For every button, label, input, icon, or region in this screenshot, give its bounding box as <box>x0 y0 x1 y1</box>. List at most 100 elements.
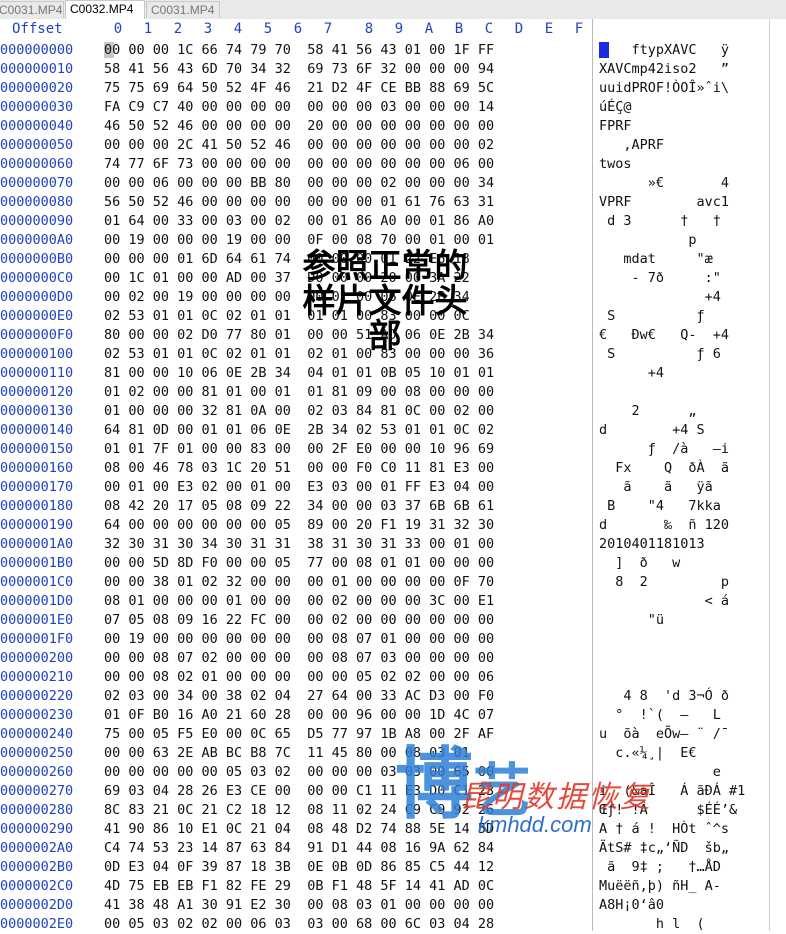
row-hex-bytes[interactable]: 01 02 00 00 81 01 00 01 01 81 09 00 08 0… <box>104 383 494 402</box>
hex-row[interactable]: 000000150 01 01 7F 01 00 00 83 00 00 2F E… <box>0 440 786 459</box>
hex-row[interactable]: 000000070 00 00 06 00 00 00 BB 80 00 00 0… <box>0 174 786 193</box>
row-ascii[interactable]: A † á ! HÒt ˆ^s <box>599 820 765 839</box>
row-ascii[interactable]: +4 <box>599 364 765 383</box>
hex-row[interactable]: 0000002A0 C4 74 53 23 14 87 63 84 91 D1 4… <box>0 839 786 858</box>
row-hex-bytes[interactable]: 00 00 08 07 02 00 00 00 00 08 07 03 00 0… <box>104 649 494 668</box>
row-hex-bytes[interactable]: 00 05 03 02 02 00 06 03 03 00 68 00 6C 0… <box>104 915 494 934</box>
row-ascii[interactable]: 4 8 'd 3¬Ó ð <box>599 687 765 706</box>
hex-row[interactable]: 000000090 01 64 00 33 00 03 00 02 00 01 8… <box>0 212 786 231</box>
hex-row[interactable]: 000000030 FA C9 C7 40 00 00 00 00 00 00 0… <box>0 98 786 117</box>
row-hex-bytes[interactable]: 00 00 08 02 01 00 00 00 00 00 05 02 02 0… <box>104 668 494 687</box>
row-hex-bytes[interactable]: 01 0F B0 16 A0 21 60 28 00 00 96 00 00 1… <box>104 706 494 725</box>
row-ascii[interactable]: ÄtS# ‡c„‘ÑD šb„ <box>599 839 765 858</box>
row-hex-bytes[interactable]: 01 64 00 33 00 03 00 02 00 01 86 A0 00 0… <box>104 212 494 231</box>
hex-row[interactable]: 000000170 00 01 00 E3 02 00 01 00 E3 03 0… <box>0 478 786 497</box>
hex-row[interactable]: 000000160 08 00 46 78 03 1C 20 51 00 00 F… <box>0 459 786 478</box>
row-hex-bytes[interactable]: 81 00 00 10 06 0E 2B 34 04 01 01 0B 05 1… <box>104 364 494 383</box>
row-hex-bytes[interactable]: 74 77 6F 73 00 00 00 00 00 00 00 00 00 0… <box>104 155 494 174</box>
hex-row[interactable]: 000000210 00 00 08 02 01 00 00 00 00 00 0… <box>0 668 786 687</box>
row-ascii[interactable]: 8 2 p <box>599 573 765 592</box>
hex-row[interactable]: 000000000 00 00 00 1C 66 74 79 70 58 41 5… <box>0 41 786 60</box>
row-hex-bytes[interactable]: 00 00 06 00 00 00 BB 80 00 00 00 02 00 0… <box>104 174 494 193</box>
row-ascii[interactable]: B "4 7kka <box>599 497 765 516</box>
hex-row[interactable]: 000000020 75 75 69 64 50 52 4F 46 21 D2 4… <box>0 79 786 98</box>
row-hex-bytes[interactable]: 75 75 69 64 50 52 4F 46 21 D2 4F CE BB 8… <box>104 79 494 98</box>
row-ascii[interactable]: "ü <box>599 611 765 630</box>
hex-row[interactable]: 000000040 46 50 52 46 00 00 00 00 20 00 0… <box>0 117 786 136</box>
row-ascii[interactable]: ã 9‡ ; †…ÅD <box>599 858 765 877</box>
row-ascii[interactable]: S ƒ <box>599 307 765 326</box>
row-hex-bytes[interactable]: 46 50 52 46 00 00 00 00 20 00 00 00 00 0… <box>104 117 494 136</box>
row-ascii[interactable]: d ‰ ñ 120 <box>599 516 765 535</box>
hex-row[interactable]: 000000250 00 00 63 2E AB BC B8 7C 11 45 8… <box>0 744 786 763</box>
row-ascii[interactable]: ] ð w <box>599 554 765 573</box>
hex-row[interactable]: 000000140 64 81 0D 00 01 01 06 0E 2B 34 0… <box>0 421 786 440</box>
hex-row[interactable]: 000000200 00 00 08 07 02 00 00 00 00 08 0… <box>0 649 786 668</box>
row-hex-bytes[interactable]: 0D E3 04 0F 39 87 18 3B 0E 0B 0D 86 85 C… <box>104 858 494 877</box>
hex-row[interactable]: 000000290 41 90 86 10 E1 0C 21 04 08 48 D… <box>0 820 786 839</box>
row-ascii[interactable]: ƒ /à –i <box>599 440 765 459</box>
row-ascii[interactable]: p <box>599 231 765 250</box>
hex-row[interactable]: 000000270 69 03 04 28 26 E3 CE 00 00 00 C… <box>0 782 786 801</box>
row-ascii[interactable]: d +4 S <box>599 421 765 440</box>
row-hex-bytes[interactable]: 07 05 08 09 16 22 FC 00 00 02 00 00 00 0… <box>104 611 494 630</box>
row-ascii[interactable]: S ƒ 6 <box>599 345 765 364</box>
hex-row[interactable]: 0000001F0 00 19 00 00 00 00 00 00 00 08 0… <box>0 630 786 649</box>
hex-row[interactable]: 0000001C0 00 00 38 01 02 32 00 00 00 01 0… <box>0 573 786 592</box>
row-hex-bytes[interactable]: 02 03 00 34 00 38 02 04 27 64 00 33 AC D… <box>104 687 494 706</box>
row-hex-bytes[interactable]: 56 50 52 46 00 00 00 00 00 00 00 01 61 7… <box>104 193 494 212</box>
tab-file-2-active[interactable]: C0032.MP4 <box>65 0 145 19</box>
row-ascii[interactable]: c.«¼¸| E€ <box>599 744 765 763</box>
hex-row[interactable]: 0000001A0 32 30 31 30 34 30 31 31 38 31 3… <box>0 535 786 554</box>
row-ascii[interactable]: ã ã ÿã <box>599 478 765 497</box>
row-ascii[interactable]: VPRF avc1 <box>599 193 765 212</box>
row-hex-bytes[interactable]: 08 42 20 17 05 08 09 22 34 00 00 03 37 6… <box>104 497 494 516</box>
hex-row[interactable]: 000000080 56 50 52 46 00 00 00 00 00 00 0… <box>0 193 786 212</box>
row-ascii[interactable]: Muëëñ‚þ) ñH_ A- <box>599 877 765 896</box>
row-hex-bytes[interactable]: 01 00 00 00 32 81 0A 00 02 03 84 81 0C 0… <box>104 402 494 421</box>
row-ascii[interactable]: 2010401181013 <box>599 535 765 554</box>
row-hex-bytes[interactable]: 00 01 00 E3 02 00 01 00 E3 03 00 01 FF E… <box>104 478 494 497</box>
hex-row[interactable]: 0000001E0 07 05 08 09 16 22 FC 00 00 02 0… <box>0 611 786 630</box>
hex-row[interactable]: 0000001B0 00 00 5D 8D F0 00 00 05 77 00 0… <box>0 554 786 573</box>
row-ascii[interactable]: »€ 4 <box>599 174 765 193</box>
row-hex-bytes[interactable]: 00 19 00 00 00 00 00 00 00 08 07 01 00 0… <box>104 630 494 649</box>
hex-row[interactable]: 000000280 8C 83 21 0C 21 C2 18 12 08 11 0… <box>0 801 786 820</box>
row-ascii[interactable]: d 3 † † <box>599 212 765 231</box>
row-hex-bytes[interactable]: 32 30 31 30 34 30 31 31 38 31 30 31 33 0… <box>104 535 494 554</box>
hex-row[interactable]: 000000230 01 0F B0 16 A0 21 60 28 00 00 9… <box>0 706 786 725</box>
row-ascii[interactable]: h l ( <box>599 915 765 934</box>
row-hex-bytes[interactable]: 64 00 00 00 00 00 00 05 89 00 20 F1 19 3… <box>104 516 494 535</box>
row-ascii[interactable]: € Ðw€ Q- +4 <box>599 326 765 345</box>
hex-row[interactable]: 0000002B0 0D E3 04 0F 39 87 18 3B 0E 0B 0… <box>0 858 786 877</box>
row-ascii[interactable]: A8H¡0‘â0 <box>599 896 765 915</box>
hex-row[interactable]: 000000050 00 00 00 2C 41 50 52 46 00 00 0… <box>0 136 786 155</box>
row-hex-bytes[interactable]: 58 41 56 43 6D 70 34 32 69 73 6F 32 00 0… <box>104 60 494 79</box>
hex-row[interactable]: 0000002E0 00 05 03 02 02 00 06 03 03 00 6… <box>0 915 786 934</box>
row-ascii[interactable]: mdat "æ <box>599 250 765 269</box>
row-hex-bytes[interactable]: 00 00 00 1C 66 74 79 70 58 41 56 43 01 0… <box>104 41 494 60</box>
row-ascii[interactable]: uuidPROF!ÒOÎ»ˆi\ <box>599 79 765 98</box>
hex-row[interactable]: 000000240 75 00 05 F5 E0 00 0C 65 D5 77 9… <box>0 725 786 744</box>
row-hex-bytes[interactable]: 00 00 00 2C 41 50 52 46 00 00 00 00 00 0… <box>104 136 494 155</box>
row-ascii[interactable]: Fx Q ðÀ ã <box>599 459 765 478</box>
row-ascii[interactable]: ftypXAVC ÿ <box>599 41 765 60</box>
tab-file-3[interactable]: C0031.MP4 <box>146 1 220 18</box>
row-ascii[interactable]: - 7ð :" <box>599 269 765 288</box>
hex-row[interactable]: 0000002C0 4D 75 EB EB F1 82 FE 29 0B F1 4… <box>0 877 786 896</box>
hex-row[interactable]: 000000220 02 03 00 34 00 38 02 04 27 64 0… <box>0 687 786 706</box>
row-hex-bytes[interactable]: 00 00 38 01 02 32 00 00 00 01 00 00 00 0… <box>104 573 494 592</box>
row-ascii[interactable]: XAVCmp42iso2 ” <box>599 60 765 79</box>
row-hex-bytes[interactable]: FA C9 C7 40 00 00 00 00 00 00 00 03 00 0… <box>104 98 494 117</box>
tab-file-1[interactable]: C0031.MP4 <box>0 1 64 18</box>
row-ascii[interactable]: úÉÇ@ <box>599 98 765 117</box>
row-hex-bytes[interactable]: C4 74 53 23 14 87 63 84 91 D1 44 08 16 9… <box>104 839 494 858</box>
hex-row[interactable]: 0000002D0 41 38 48 A1 30 91 E2 30 00 08 0… <box>0 896 786 915</box>
row-ascii[interactable]: ° !`( – L <box>599 706 765 725</box>
row-hex-bytes[interactable]: 08 01 00 00 00 01 00 00 00 02 00 00 00 3… <box>104 592 494 611</box>
hex-row[interactable]: 0000001D0 08 01 00 00 00 01 00 00 00 02 0… <box>0 592 786 611</box>
hex-row[interactable]: 000000190 64 00 00 00 00 00 00 05 89 00 2… <box>0 516 786 535</box>
row-hex-bytes[interactable]: 41 38 48 A1 30 91 E2 30 00 08 03 01 00 0… <box>104 896 494 915</box>
row-ascii[interactable]: +4 <box>599 288 765 307</box>
row-hex-bytes[interactable]: 4D 75 EB EB F1 82 FE 29 0B F1 48 5F 14 4… <box>104 877 494 896</box>
